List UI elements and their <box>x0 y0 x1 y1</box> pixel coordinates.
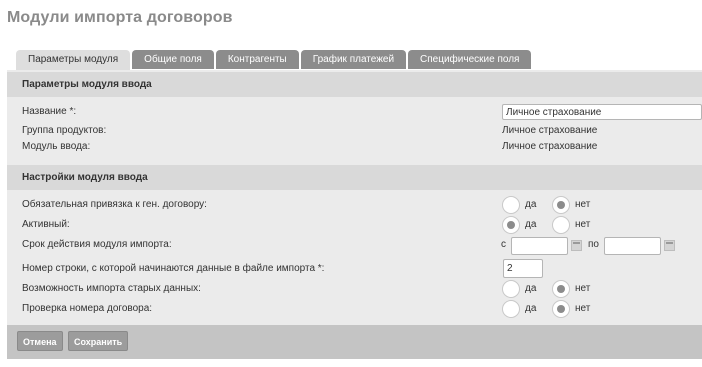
save-button[interactable]: Сохранить <box>68 331 129 351</box>
old-data-no-label: нет <box>575 283 591 294</box>
section-title-input-module: Параметры модуля ввода <box>7 72 702 97</box>
tab-counterparties[interactable]: Контрагенты <box>215 50 299 69</box>
start-row-label: Номер строки, с которой начинаются данны… <box>22 263 325 274</box>
cancel-button[interactable]: Отмена <box>17 331 63 351</box>
active-no-label: нет <box>575 219 591 230</box>
tab-general-fields[interactable]: Общие поля <box>132 50 214 69</box>
required-link-no-label: нет <box>575 199 591 210</box>
validity-to-label: по <box>588 239 599 250</box>
input-module-value: Личное страхование <box>502 141 598 152</box>
old-data-yes-radio[interactable] <box>502 280 520 298</box>
validity-label: Срок действия модуля импорта: <box>22 239 172 250</box>
required-link-yes-label: да <box>525 199 537 210</box>
old-data-no-radio[interactable] <box>552 280 570 298</box>
name-input[interactable] <box>502 104 702 120</box>
input-module-label: Модуль ввода: <box>22 141 91 152</box>
check-number-no-label: нет <box>575 303 591 314</box>
validity-to-calendar-icon[interactable] <box>664 240 675 251</box>
start-row-input[interactable] <box>503 259 543 278</box>
tab-payment-schedule[interactable]: График платежей <box>300 50 407 69</box>
form-footer: Отмена Сохранить <box>7 325 702 359</box>
product-group-label: Группа продуктов: <box>22 125 107 136</box>
active-yes-radio[interactable] <box>502 216 520 234</box>
required-link-label: Обязательная привязка к ген. договору: <box>22 199 207 210</box>
check-number-yes-radio[interactable] <box>502 300 520 318</box>
product-group-value: Личное страхование <box>502 125 598 136</box>
validity-from-label: с <box>501 239 506 250</box>
validity-from-calendar-icon[interactable] <box>571 240 582 251</box>
tab-specific-fields[interactable]: Специфические поля <box>408 50 532 69</box>
required-link-no-radio[interactable] <box>552 196 570 214</box>
module-params-panel: Параметры модуля ввода Название *: Групп… <box>7 70 702 359</box>
active-label: Активный: <box>22 219 70 230</box>
validity-from-input[interactable] <box>511 237 568 255</box>
active-no-radio[interactable] <box>552 216 570 234</box>
active-yes-label: да <box>525 219 537 230</box>
tab-module-params[interactable]: Параметры модуля <box>16 50 131 70</box>
check-number-no-radio[interactable] <box>552 300 570 318</box>
section-title-settings: Настройки модуля ввода <box>7 165 702 190</box>
check-number-label: Проверка номера договора: <box>22 303 153 314</box>
page-title: Модули импорта договоров <box>7 9 233 26</box>
old-data-yes-label: да <box>525 283 537 294</box>
required-link-yes-radio[interactable] <box>502 196 520 214</box>
tab-bar: Параметры модуля Общие поля Контрагенты … <box>16 50 533 70</box>
old-data-import-label: Возможность импорта старых данных: <box>22 283 201 294</box>
validity-to-input[interactable] <box>604 237 661 255</box>
name-label: Название *: <box>22 106 77 117</box>
check-number-yes-label: да <box>525 303 537 314</box>
